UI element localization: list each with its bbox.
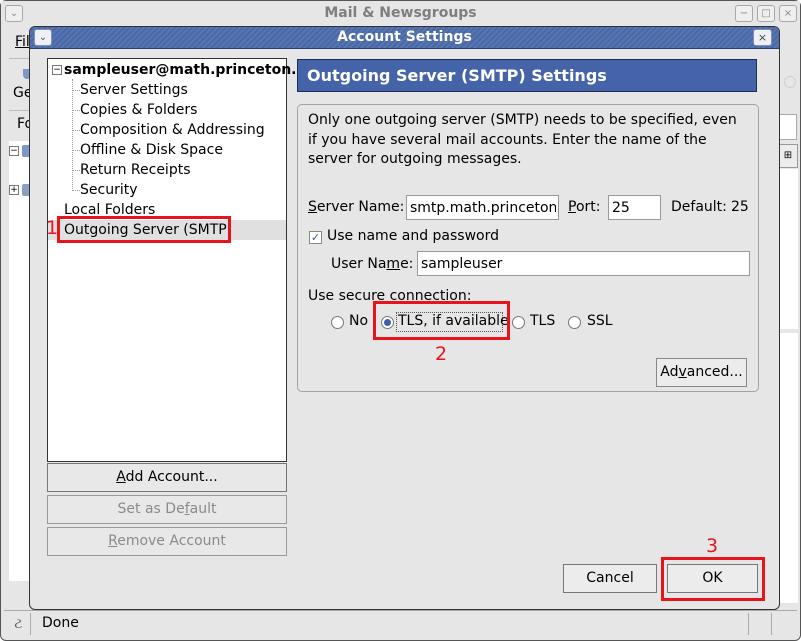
search-input[interactable] — [779, 114, 797, 140]
account-root-label: sampleuser@math.princeton.... — [64, 62, 313, 78]
column-picker-icon: ⊞ — [783, 150, 793, 161]
dialog-title: Account Settings — [337, 29, 472, 45]
close-button[interactable]: × — [779, 5, 797, 22]
port-label: Port: — [568, 199, 601, 215]
message-list[interactable] — [779, 169, 798, 329]
collapse-toggle[interactable]: − — [52, 65, 62, 75]
annotation-box-2 — [373, 301, 510, 340]
server-name-input[interactable] — [406, 195, 559, 220]
radio-tls[interactable] — [512, 316, 525, 329]
divider — [9, 58, 31, 59]
collapse-toggle[interactable]: − — [9, 146, 19, 156]
use-auth-checkbox[interactable]: ✓ — [309, 231, 322, 244]
minimize-button[interactable]: − — [735, 5, 753, 22]
annotation-box-3 — [661, 557, 765, 601]
tree-item-composition-addressing[interactable]: Composition & Addressing — [48, 120, 286, 140]
smtp-settings-group: Only one outgoing server (SMTP) needs to… — [297, 104, 759, 392]
close-icon: × — [757, 31, 768, 44]
maximize-icon: □ — [761, 8, 771, 19]
main-titlebar: ⌄ Mail & Newsgroups − □ × — [1, 1, 800, 27]
radio-ssl-label[interactable]: SSL — [587, 313, 613, 329]
tree-item-offline-disk-space[interactable]: Offline & Disk Space — [48, 140, 286, 160]
menu-file[interactable]: Fil — [15, 34, 30, 50]
tree-item-copies-folders[interactable]: Copies & Folders — [48, 100, 286, 120]
status-cell — [748, 613, 770, 635]
user-name-input[interactable] — [417, 251, 750, 276]
add-account-button[interactable]: Add Account... — [47, 463, 287, 492]
user-name-label: User Name: — [331, 256, 414, 272]
intro-text: Only one outgoing server (SMTP) needs to… — [308, 112, 737, 167]
default-port-value: 25 — [731, 199, 749, 215]
radio-tls-label[interactable]: TLS — [530, 313, 555, 329]
close-icon: × — [783, 8, 793, 19]
online-status-icon[interactable]: ટ — [7, 613, 31, 635]
dialog-close-button[interactable]: × — [753, 29, 772, 46]
annotation-box-1 — [57, 216, 231, 243]
annotation-number-1: 1 — [46, 217, 59, 239]
set-as-default-button[interactable]: Set as Default — [47, 495, 287, 524]
default-port-label: Default: — [671, 199, 727, 215]
server-name-label: Server Name: — [308, 199, 405, 215]
divider — [9, 110, 31, 111]
throbber-icon — [784, 76, 796, 88]
cancel-button[interactable]: Cancel — [563, 564, 657, 593]
radio-no[interactable] — [331, 316, 344, 329]
expand-toggle[interactable]: + — [9, 185, 19, 195]
status-bar: ટ Done — [4, 610, 797, 636]
message-preview — [779, 333, 798, 603]
main-window-title: Mail & Newsgroups — [324, 5, 477, 21]
use-auth-label[interactable]: Use name and password — [327, 228, 499, 244]
pane-header: Outgoing Server (SMTP) Settings — [297, 59, 757, 92]
radio-no-label[interactable]: No — [349, 313, 368, 329]
column-picker-button[interactable]: ⊞ — [778, 144, 798, 168]
tree-item-server-settings[interactable]: Server Settings — [48, 80, 286, 100]
folder-tree: − + — [9, 141, 32, 581]
dialog-titlebar[interactable]: ⌄ Account Settings × — [30, 27, 779, 49]
tree-item-security[interactable]: Security — [48, 180, 286, 200]
advanced-button[interactable]: Advanced... — [656, 358, 747, 387]
checkmark-icon: ✓ — [310, 231, 321, 244]
remove-account-button[interactable]: Remove Account — [47, 527, 287, 556]
radio-ssl[interactable] — [568, 316, 581, 329]
status-text: Done — [42, 615, 79, 631]
account-tree[interactable]: − sampleuser@math.princeton.... Server S… — [47, 58, 312, 462]
tree-item-account-root[interactable]: − sampleuser@math.princeton.... — [48, 60, 312, 80]
tree-item-return-receipts[interactable]: Return Receipts — [48, 160, 286, 180]
annotation-number-3: 3 — [706, 535, 719, 557]
status-cell — [771, 613, 793, 635]
annotation-number-2: 2 — [435, 343, 448, 365]
port-input[interactable] — [608, 195, 661, 220]
maximize-button[interactable]: □ — [757, 5, 775, 22]
minimize-icon: − — [739, 8, 749, 19]
